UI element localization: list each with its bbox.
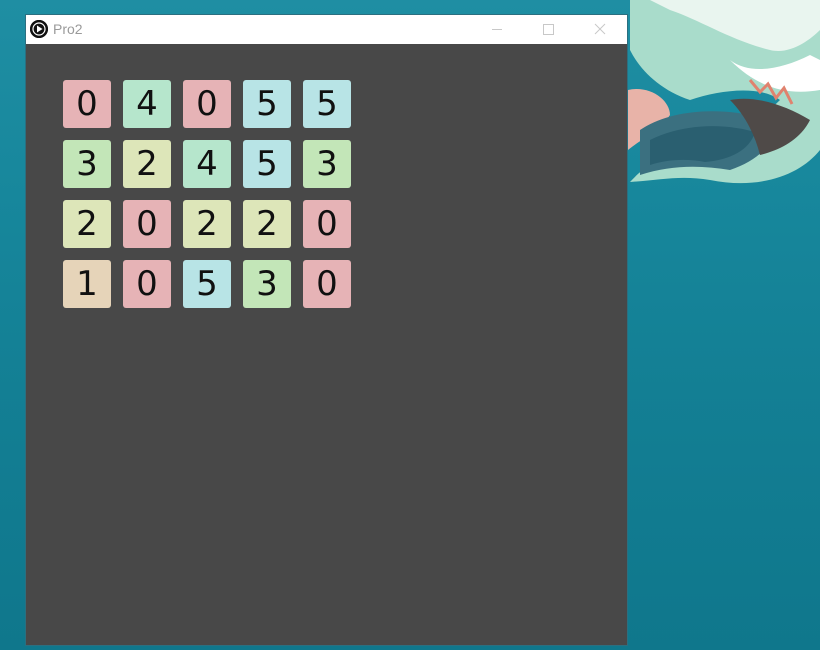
number-tile[interactable]: 5: [183, 260, 231, 308]
number-tile[interactable]: 4: [183, 140, 231, 188]
close-button[interactable]: [577, 15, 623, 44]
title-bar[interactable]: Pro2: [26, 15, 627, 44]
number-tile[interactable]: 1: [63, 260, 111, 308]
number-tile[interactable]: 3: [243, 260, 291, 308]
app-icon: [30, 20, 48, 38]
number-tile[interactable]: 0: [183, 80, 231, 128]
number-tile[interactable]: 3: [303, 140, 351, 188]
number-tile[interactable]: 2: [183, 200, 231, 248]
number-tile[interactable]: 2: [123, 140, 171, 188]
number-tile[interactable]: 0: [63, 80, 111, 128]
window-title: Pro2: [53, 21, 83, 37]
number-tile[interactable]: 2: [63, 200, 111, 248]
number-tile[interactable]: 0: [123, 200, 171, 248]
number-tile-grid: 04055324532022010530: [63, 80, 351, 308]
minimize-button[interactable]: [474, 15, 520, 44]
number-tile[interactable]: 5: [243, 140, 291, 188]
number-tile[interactable]: 5: [303, 80, 351, 128]
desktop-wallpaper-wave: [610, 0, 820, 200]
maximize-button[interactable]: [525, 15, 571, 44]
sketch-canvas[interactable]: 04055324532022010530: [26, 44, 627, 645]
number-tile[interactable]: 3: [63, 140, 111, 188]
number-tile[interactable]: 5: [243, 80, 291, 128]
maximize-icon: [543, 24, 554, 35]
number-tile[interactable]: 0: [123, 260, 171, 308]
app-window: Pro2 04055324532022010530: [26, 15, 627, 645]
number-tile[interactable]: 2: [243, 200, 291, 248]
close-icon: [594, 23, 606, 35]
number-tile[interactable]: 4: [123, 80, 171, 128]
number-tile[interactable]: 0: [303, 260, 351, 308]
minimize-icon: [492, 29, 502, 30]
number-tile[interactable]: 0: [303, 200, 351, 248]
